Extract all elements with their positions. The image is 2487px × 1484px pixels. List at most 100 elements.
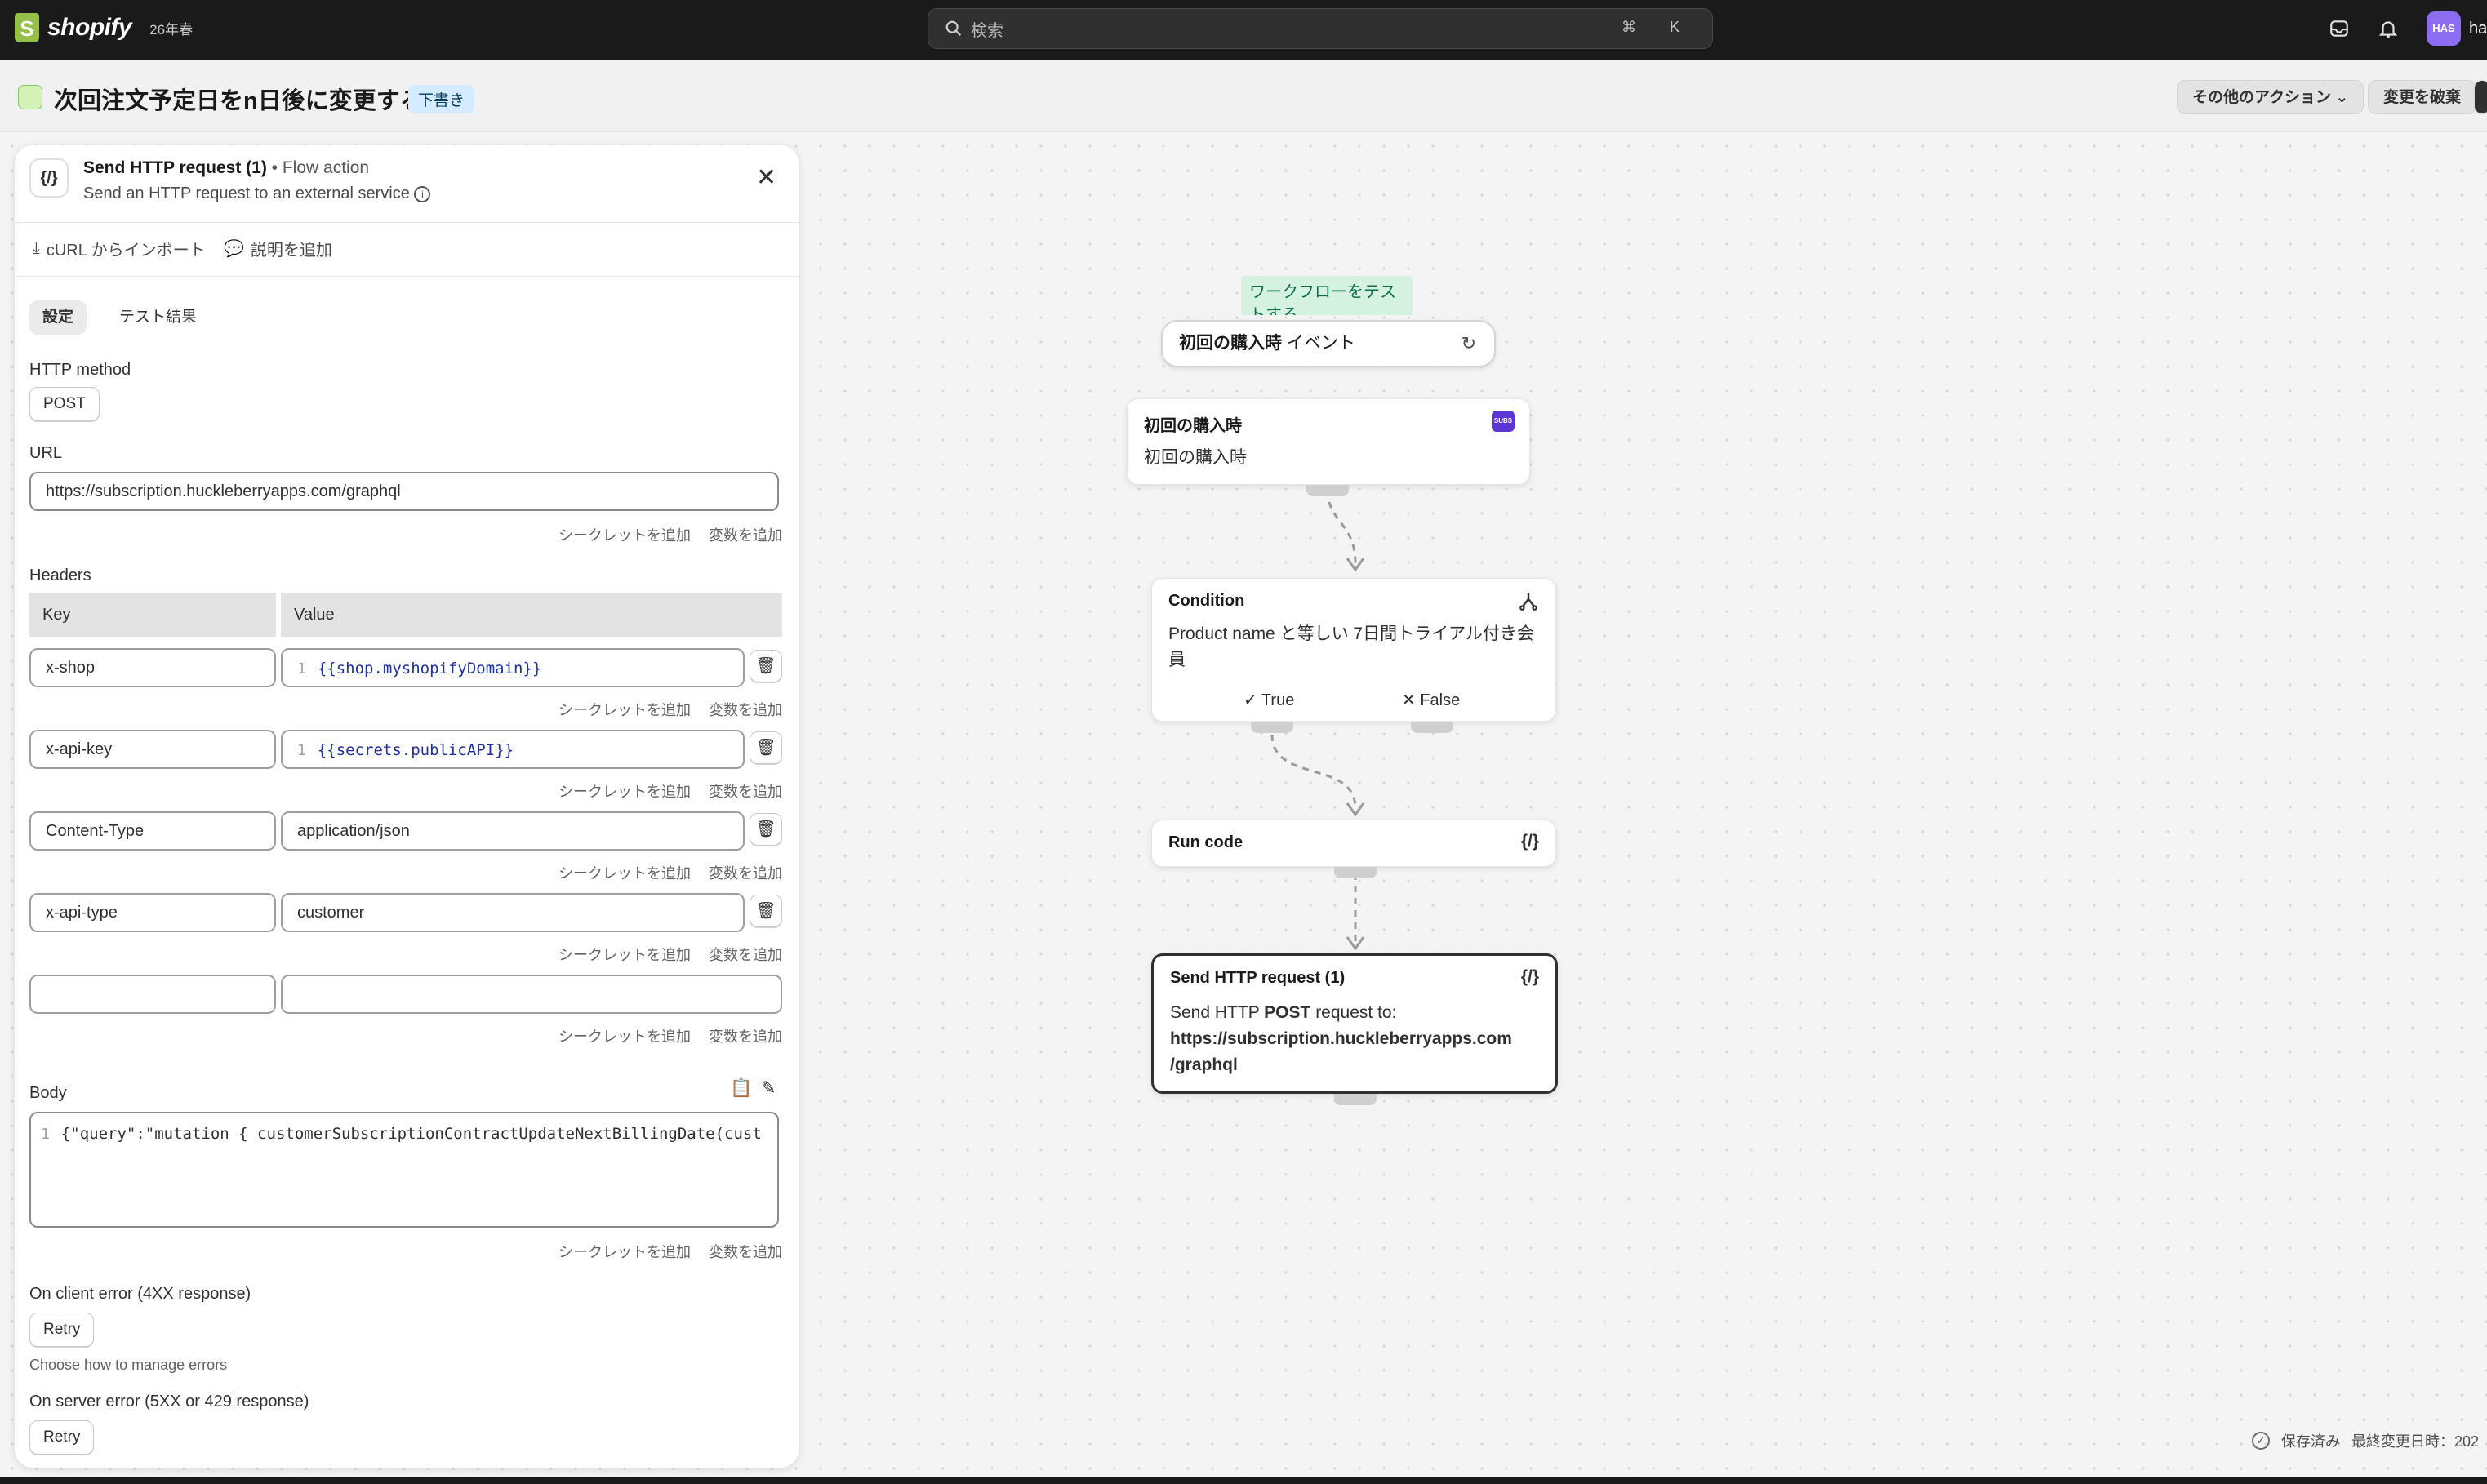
page-header: 次回注文予定日をn日後に変更する 下書き その他のアクション ⌄ 変更を破棄: [0, 60, 2487, 132]
header-key-field[interactable]: [29, 975, 276, 1014]
branch-icon: [1519, 593, 1537, 611]
add-secret-link[interactable]: シークレットを追加: [558, 862, 691, 883]
condition-node[interactable]: Condition Product name と等しい 7日間トライアル付き会員…: [1151, 578, 1556, 722]
run-code-node-title: Run code: [1168, 833, 1244, 851]
add-variable-link[interactable]: 変数を追加: [709, 524, 782, 545]
x-icon: ✕: [1402, 691, 1421, 709]
save-button[interactable]: [2474, 80, 2487, 114]
add-secret-link[interactable]: シークレットを追加: [558, 524, 691, 545]
headers-key-column: Key: [29, 593, 276, 637]
body-editor[interactable]: 1 {"query":"mutation { customerSubscripti…: [29, 1112, 779, 1228]
close-icon[interactable]: ✕: [756, 163, 776, 192]
send-http-output-port[interactable]: [1334, 1094, 1377, 1105]
header-key-field[interactable]: Content-Type: [29, 811, 276, 851]
top-bar: S shopify 26年春 検索 ⌘ K HAS ha: [0, 0, 2487, 60]
client-error-label: On client error (4XX response): [29, 1285, 251, 1303]
trigger-output-port[interactable]: [1306, 485, 1349, 496]
search-bar[interactable]: 検索 ⌘ K: [928, 8, 1713, 49]
test-workflow-note[interactable]: ワークフローをテストする: [1241, 276, 1413, 315]
bottom-edge: [0, 1477, 2487, 1484]
url-field[interactable]: https://subscription.huckleberryapps.com…: [29, 472, 779, 511]
page-title: 次回注文予定日をn日後に変更する: [54, 88, 424, 114]
version-label: 26年春: [149, 21, 194, 38]
add-variable-link[interactable]: 変数を追加: [709, 1241, 782, 1262]
add-variable-link[interactable]: 変数を追加: [709, 699, 782, 720]
add-variable-link[interactable]: 変数を追加: [709, 1025, 782, 1046]
http-method-select[interactable]: POST: [29, 387, 100, 421]
code-icon: {/}: [1520, 967, 1539, 986]
header-key-field[interactable]: x-shop: [29, 648, 276, 687]
headers-value-column: Value: [281, 593, 782, 637]
trigger-event-pill[interactable]: 初回の購入時 イベント ↻: [1161, 320, 1496, 367]
more-actions-button[interactable]: その他のアクション ⌄: [2177, 80, 2365, 114]
flow-icon: [18, 85, 42, 109]
code-icon: {/}: [1520, 832, 1539, 851]
import-curl-button[interactable]: ⤓ cURL からインポート: [33, 237, 206, 260]
discard-button[interactable]: 変更を破棄: [2368, 80, 2477, 114]
check-circle-icon: ✓: [2252, 1432, 2270, 1450]
user-name[interactable]: ha: [2469, 20, 2487, 38]
send-http-node-title: Send HTTP request (1): [1170, 969, 1346, 987]
server-error-select[interactable]: Retry: [29, 1420, 95, 1455]
search-placeholder: 検索: [971, 21, 1003, 40]
check-icon: ✓: [1244, 691, 1261, 709]
trigger-node[interactable]: 初回の購入時 初回の購入時 SUBS: [1127, 398, 1530, 485]
divider: [15, 276, 799, 277]
search-icon: [945, 20, 962, 37]
add-variable-link[interactable]: 変数を追加: [709, 944, 782, 965]
tab-test-results[interactable]: テスト結果: [106, 300, 210, 335]
delete-icon[interactable]: 🗑: [750, 895, 782, 927]
divider: [15, 222, 799, 223]
add-description-button[interactable]: 💬 説明を追加: [224, 237, 332, 260]
delete-icon[interactable]: 🗑: [750, 650, 782, 682]
magic-icon[interactable]: ✎: [761, 1077, 776, 1099]
subscription-app-icon: SUBS: [1492, 411, 1515, 432]
condition-node-body: Product name と等しい 7日間トライアル付き会員: [1168, 624, 1534, 669]
false-output-port[interactable]: [1411, 722, 1453, 733]
status-badge: 下書き: [408, 85, 475, 113]
run-code-node[interactable]: Run code {/}: [1151, 820, 1556, 867]
add-secret-link[interactable]: シークレットを追加: [558, 699, 691, 720]
client-error-help: Choose how to manage errors: [29, 1357, 228, 1373]
server-error-label: On server error (5XX or 429 response): [29, 1393, 309, 1411]
add-variable-link[interactable]: 変数を追加: [709, 862, 782, 883]
add-variable-link[interactable]: 変数を追加: [709, 780, 782, 802]
header-value-field[interactable]: customer: [281, 893, 745, 932]
inbox-icon[interactable]: [2329, 18, 2350, 39]
add-secret-link[interactable]: シークレットを追加: [558, 780, 691, 802]
true-branch-label: ✓ True: [1244, 691, 1295, 709]
save-status: ✓ 保存済み 最終変更日時：202: [2252, 1430, 2479, 1451]
add-secret-link[interactable]: シークレットを追加: [558, 1025, 691, 1046]
shopify-logo[interactable]: S shopify 26年春: [15, 13, 193, 42]
run-code-output-port[interactable]: [1334, 867, 1377, 878]
url-label: URL: [29, 444, 63, 462]
header-key-field[interactable]: x-api-key: [29, 730, 276, 769]
header-value-field[interactable]: 1 {{shop.myshopifyDomain}}: [281, 648, 745, 687]
panel-title: Send HTTP request (1) • Flow action: [83, 158, 370, 177]
clipboard-icon[interactable]: 📋: [730, 1077, 752, 1099]
delete-icon[interactable]: 🗑: [750, 813, 782, 846]
header-key-field[interactable]: x-api-type: [29, 893, 276, 932]
trigger-node-body: 初回の購入時: [1144, 448, 1247, 467]
header-value-field[interactable]: [281, 975, 782, 1014]
header-value-field[interactable]: application/json: [281, 811, 745, 851]
info-icon[interactable]: i: [414, 185, 431, 202]
false-branch-label: ✕ False: [1402, 691, 1461, 709]
send-http-node[interactable]: Send HTTP request (1) {/} Send HTTP POST…: [1151, 953, 1558, 1094]
delete-icon[interactable]: 🗑: [750, 731, 782, 764]
refresh-icon[interactable]: ↻: [1462, 322, 1476, 366]
bell-icon[interactable]: [2378, 18, 2399, 39]
client-error-select[interactable]: Retry: [29, 1313, 95, 1347]
add-secret-link[interactable]: シークレットを追加: [558, 944, 691, 965]
http-method-label: HTTP method: [29, 361, 131, 379]
body-label: Body: [29, 1084, 67, 1102]
header-value-field[interactable]: 1 {{secrets.publicAPI}}: [281, 730, 745, 769]
comment-icon: 💬: [224, 240, 244, 258]
add-secret-link[interactable]: シークレットを追加: [558, 1241, 691, 1262]
true-output-port[interactable]: [1251, 722, 1293, 733]
avatar[interactable]: HAS: [2427, 11, 2461, 46]
shopify-bag-icon: S: [15, 13, 39, 42]
tab-settings[interactable]: 設定: [29, 300, 87, 335]
chevron-down-icon: ⌄: [2335, 89, 2349, 106]
condition-node-title: Condition: [1168, 592, 1245, 610]
